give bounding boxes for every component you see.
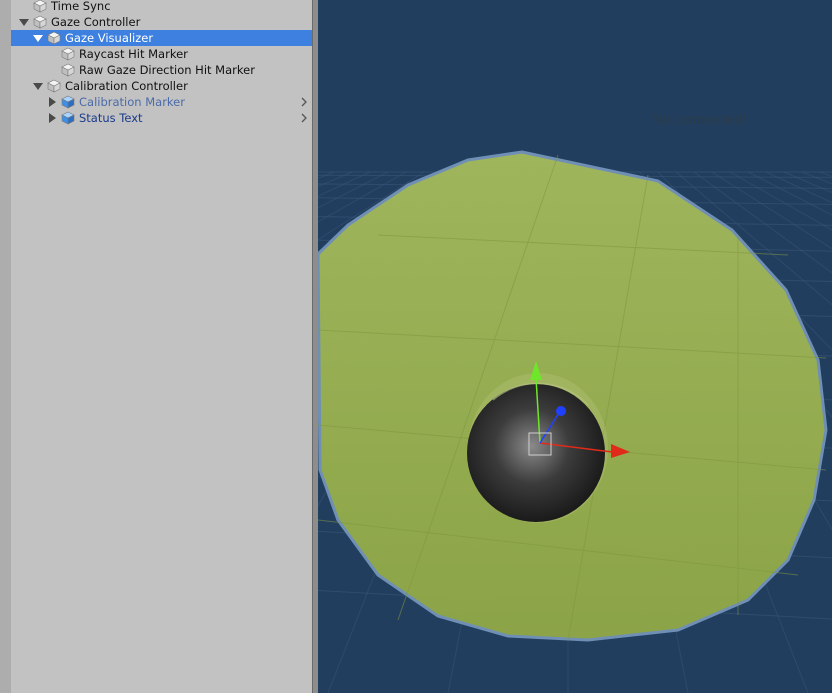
chevron-right-icon[interactable]: [299, 112, 309, 124]
hierarchy-item-label: Gaze Visualizer: [65, 31, 154, 45]
hierarchy-item[interactable]: Calibration Controller: [11, 78, 312, 94]
expand-arrow-right-icon[interactable]: [49, 97, 56, 107]
gameobject-icon: [61, 63, 75, 77]
gameobject-icon: [61, 47, 75, 61]
hierarchy-gutter: [0, 0, 11, 693]
hierarchy-item[interactable]: Raw Gaze Direction Hit Marker: [11, 62, 312, 78]
hierarchy-item[interactable]: Status Text: [11, 110, 312, 126]
status-text-label: Not connected!: [652, 111, 747, 127]
expand-arrow-right-icon[interactable]: [49, 113, 56, 123]
hierarchy-item-label: Calibration Marker: [79, 95, 185, 109]
chevron-right-icon[interactable]: [299, 96, 309, 108]
hierarchy-item-label: Raw Gaze Direction Hit Marker: [79, 63, 255, 77]
gameobject-icon: [47, 31, 61, 45]
gameobject-icon: [33, 15, 47, 29]
hierarchy-item-label: Gaze Controller: [51, 15, 141, 29]
hierarchy-item[interactable]: Time Sync: [11, 0, 312, 14]
hierarchy-panel[interactable]: Time Sync Gaze Controller Gaze Visualizer R…: [0, 0, 312, 693]
prefab-icon: [61, 95, 75, 109]
hierarchy-item[interactable]: Raycast Hit Marker: [11, 46, 312, 62]
expand-arrow-down-icon[interactable]: [33, 35, 43, 42]
hierarchy-item-label: Calibration Controller: [65, 79, 188, 93]
scene-canvas[interactable]: [318, 0, 832, 693]
scene-view[interactable]: Not connected!: [318, 0, 832, 693]
gameobject-icon: [33, 0, 47, 13]
hierarchy-item[interactable]: Gaze Visualizer: [11, 30, 312, 46]
hierarchy-item-label: Status Text: [79, 111, 143, 125]
hierarchy-item[interactable]: Calibration Marker: [11, 94, 312, 110]
gaze-sphere[interactable]: [467, 384, 605, 522]
hierarchy-item-label: Time Sync: [51, 0, 111, 13]
prefab-icon: [61, 111, 75, 125]
hierarchy-item-label: Raycast Hit Marker: [79, 47, 188, 61]
expand-arrow-down-icon[interactable]: [33, 83, 43, 90]
hierarchy-item[interactable]: Gaze Controller: [11, 14, 312, 30]
expand-arrow-down-icon[interactable]: [19, 19, 29, 26]
gameobject-icon: [47, 79, 61, 93]
gizmo-z-handle-icon[interactable]: [556, 406, 566, 416]
